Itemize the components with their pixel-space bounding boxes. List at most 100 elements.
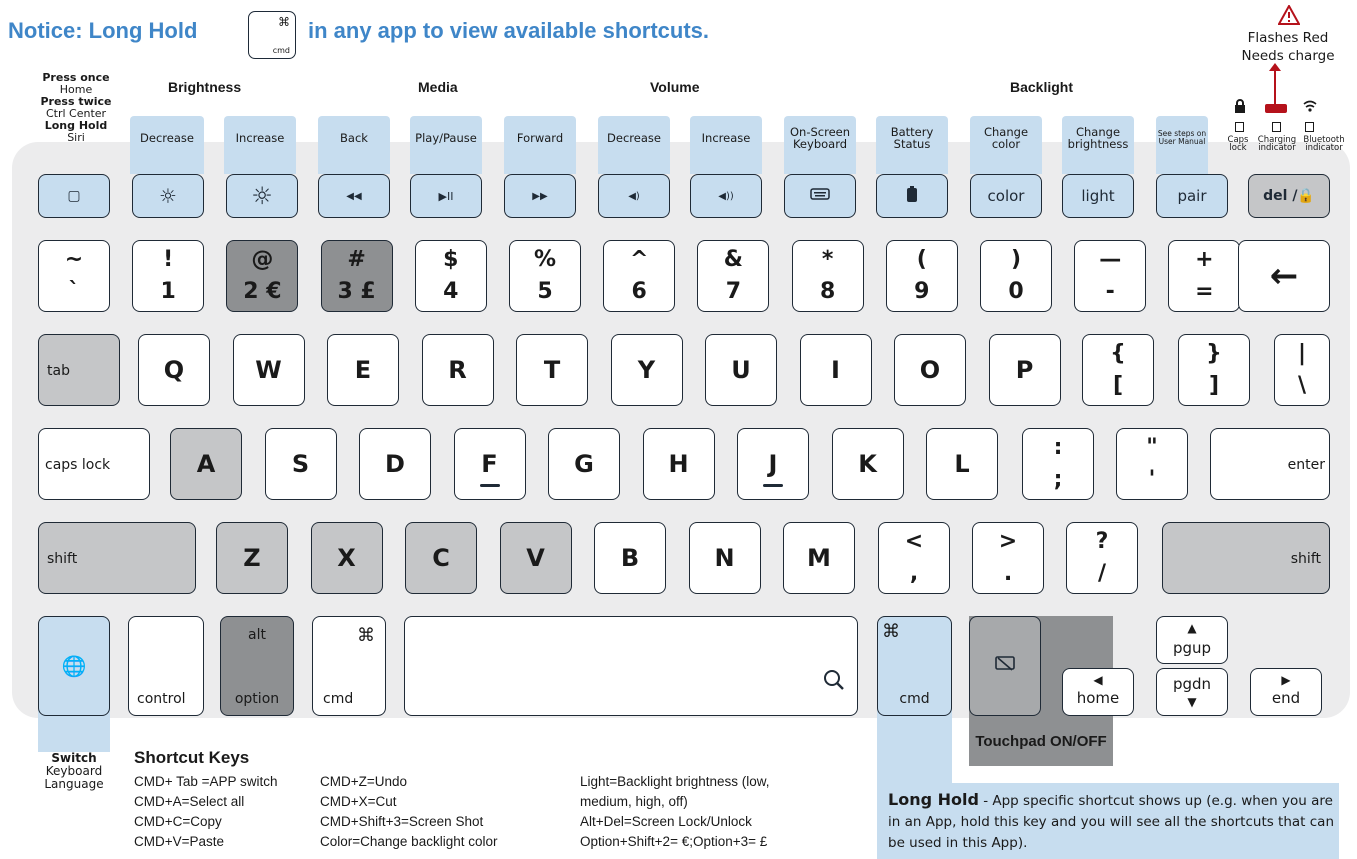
light-key[interactable]: light bbox=[1062, 174, 1134, 218]
battery-key[interactable] bbox=[876, 174, 948, 218]
letter-key[interactable]: B bbox=[594, 522, 666, 594]
number-key[interactable]: * 8 bbox=[791, 240, 864, 312]
volume-up-key[interactable]: ◀)) bbox=[690, 174, 762, 218]
letter-key[interactable]: C bbox=[405, 522, 477, 594]
number-key[interactable]: % 5 bbox=[509, 240, 581, 312]
touchpad-key[interactable] bbox=[969, 616, 1041, 716]
letter-key[interactable]: G bbox=[548, 428, 620, 500]
forward-key[interactable]: ▶▶ bbox=[504, 174, 576, 218]
touchpad-off-icon bbox=[995, 656, 1015, 676]
space-bar[interactable] bbox=[404, 616, 858, 716]
left-shift-key[interactable]: shift bbox=[38, 522, 196, 594]
rewind-icon: ◀◀ bbox=[346, 190, 362, 202]
letter-key[interactable]: O bbox=[894, 334, 966, 406]
punct-key[interactable]: <, bbox=[878, 522, 950, 594]
letter-key[interactable]: I bbox=[799, 334, 872, 406]
left-cmd-label: cmd bbox=[323, 691, 354, 707]
on-screen-keyboard-key[interactable] bbox=[784, 174, 856, 218]
punct-key[interactable]: :; bbox=[1022, 428, 1094, 500]
number-key[interactable]: ! 1 bbox=[132, 240, 205, 312]
shortcuts-col1: CMD+ Tab =APP switch CMD+A=Select all CM… bbox=[134, 772, 278, 852]
number-key[interactable]: + = bbox=[1168, 240, 1241, 312]
play-pause-key[interactable]: ▶II bbox=[410, 174, 482, 218]
number-key[interactable]: ) 0 bbox=[980, 240, 1052, 312]
key-letter: A bbox=[196, 450, 216, 478]
letter-key[interactable]: L bbox=[926, 428, 998, 500]
delete-lock-key[interactable]: del /🔒 bbox=[1248, 174, 1330, 218]
number-key[interactable]: & 7 bbox=[697, 240, 770, 312]
key-letter: F bbox=[481, 450, 498, 478]
letter-key[interactable]: H bbox=[642, 428, 715, 500]
right-cmd-key[interactable]: ⌘ cmd bbox=[877, 616, 952, 716]
brightness-down-key[interactable]: ☼ bbox=[132, 174, 204, 218]
number-key[interactable]: #3 £ bbox=[320, 240, 393, 312]
letter-key[interactable]: F bbox=[453, 428, 526, 500]
home-nav-key[interactable]: ◀ home bbox=[1062, 668, 1134, 716]
back-key[interactable]: ◀◀ bbox=[318, 174, 390, 218]
letter-key[interactable]: K bbox=[831, 428, 904, 500]
backspace-key[interactable]: ← bbox=[1238, 240, 1330, 312]
letter-key[interactable]: D bbox=[359, 428, 431, 500]
bracket-key[interactable]: | \ bbox=[1274, 334, 1330, 406]
number-key[interactable]: — - bbox=[1074, 240, 1147, 312]
right-shift-key[interactable]: shift bbox=[1162, 522, 1330, 594]
letter-key[interactable]: X bbox=[310, 522, 383, 594]
home-nav-label: home bbox=[1076, 689, 1120, 707]
shortcut-item: CMD+Shift+3=Screen Shot bbox=[320, 814, 484, 829]
home-key[interactable]: ▢ bbox=[38, 174, 110, 218]
shortcut-item: Color=Change backlight color bbox=[320, 834, 498, 849]
alt-option-key[interactable]: alt option bbox=[220, 616, 294, 716]
tab-key[interactable]: tab bbox=[38, 334, 120, 406]
lock-icon bbox=[1234, 98, 1246, 117]
key-main-symbol: 9 bbox=[914, 279, 930, 304]
letter-key[interactable]: Q bbox=[138, 334, 210, 406]
brightness-up-key[interactable]: ☼ bbox=[226, 174, 298, 218]
key-letter: E bbox=[354, 356, 372, 384]
sun-small-icon: ☼ bbox=[159, 184, 177, 208]
caps-lock-key[interactable]: caps lock bbox=[38, 428, 150, 500]
globe-key[interactable]: 🌐 bbox=[38, 616, 110, 716]
number-key[interactable]: ^ 6 bbox=[603, 240, 676, 312]
number-key[interactable]: ~ ` bbox=[38, 240, 110, 312]
letter-key[interactable]: W bbox=[232, 334, 305, 406]
keyboard-icon bbox=[810, 188, 830, 204]
control-key[interactable]: control bbox=[128, 616, 204, 716]
letter-key[interactable]: M bbox=[783, 522, 855, 594]
letter-key[interactable]: T bbox=[516, 334, 588, 406]
number-key[interactable]: @2 € bbox=[226, 240, 299, 312]
key-shift-symbol: } bbox=[1206, 341, 1222, 366]
letter-key[interactable]: U bbox=[705, 334, 777, 406]
punct-key[interactable]: ? / bbox=[1066, 522, 1138, 594]
letter-key[interactable]: P bbox=[988, 334, 1061, 406]
number-key[interactable]: $4 bbox=[414, 240, 487, 312]
letter-key[interactable]: V bbox=[499, 522, 572, 594]
key-shift-symbol: { bbox=[1110, 341, 1126, 366]
shortcut-item: CMD+ Tab =APP switch bbox=[134, 774, 278, 789]
pair-key[interactable]: pair bbox=[1156, 174, 1228, 218]
left-arrow-icon: ◀ bbox=[1093, 673, 1103, 687]
color-key[interactable]: color bbox=[970, 174, 1042, 218]
letter-key[interactable]: S bbox=[264, 428, 337, 500]
key-main-symbol: , bbox=[909, 561, 919, 586]
punct-key[interactable]: >. bbox=[972, 522, 1044, 594]
key-main-symbol: \ bbox=[1297, 373, 1307, 398]
pgdn-key[interactable]: pgdn ▼ bbox=[1156, 668, 1228, 716]
letter-key[interactable]: N bbox=[688, 522, 761, 594]
end-key[interactable]: ▶ end bbox=[1250, 668, 1322, 716]
punct-key[interactable]: " ' bbox=[1116, 428, 1188, 500]
letter-key[interactable]: Y bbox=[610, 334, 683, 406]
letter-key[interactable]: A bbox=[170, 428, 242, 500]
bracket-key[interactable]: {[ bbox=[1082, 334, 1154, 406]
key-letter: D bbox=[385, 450, 405, 478]
volume-down-key[interactable]: ◀) bbox=[598, 174, 670, 218]
letter-key[interactable]: Z bbox=[216, 522, 288, 594]
bracket-key[interactable]: }] bbox=[1178, 334, 1250, 406]
number-key[interactable]: (9 bbox=[885, 240, 958, 312]
letter-key[interactable]: J bbox=[737, 428, 809, 500]
pgup-key[interactable]: ▲ pgup bbox=[1156, 616, 1228, 664]
letter-key[interactable]: R bbox=[421, 334, 494, 406]
left-cmd-key[interactable]: ⌘ cmd bbox=[312, 616, 386, 716]
enter-key[interactable]: enter bbox=[1210, 428, 1330, 500]
key-letter: N bbox=[714, 544, 735, 572]
letter-key[interactable]: E bbox=[327, 334, 399, 406]
